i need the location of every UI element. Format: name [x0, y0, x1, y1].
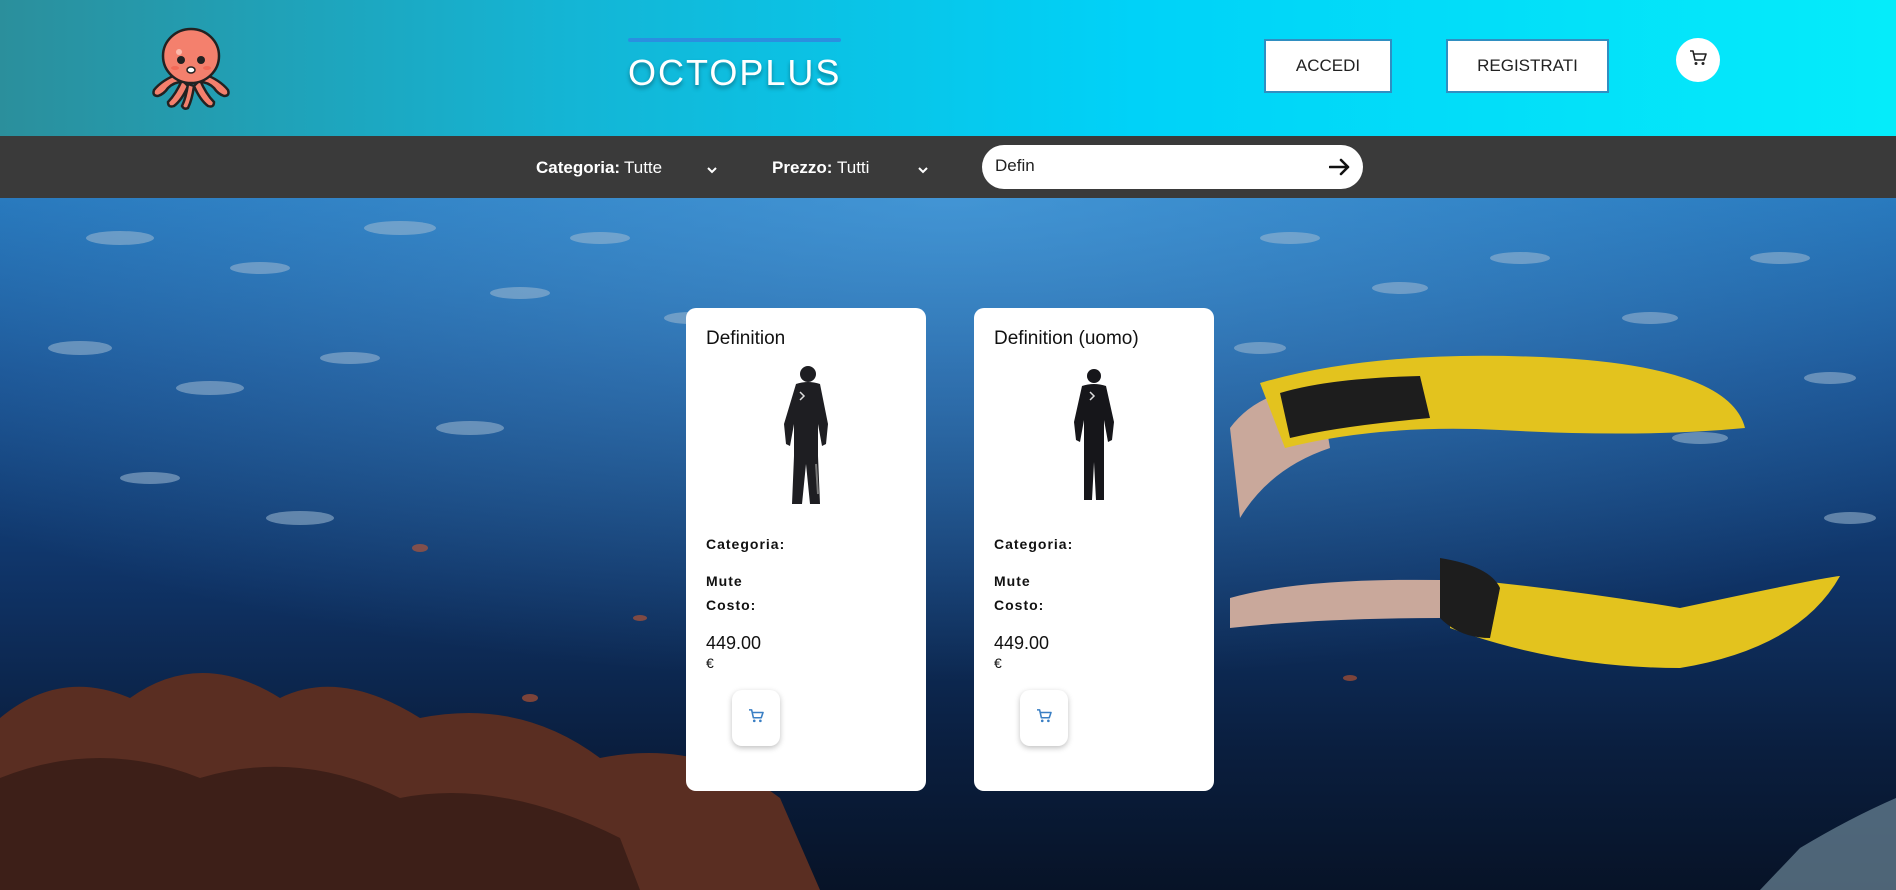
price-value: 449.00 [706, 633, 762, 653]
wetsuit-image[interactable] [756, 364, 856, 514]
chevron-down-icon [917, 160, 929, 180]
currency-symbol: € [994, 655, 1002, 671]
register-button[interactable]: REGISTRATI [1446, 39, 1609, 93]
filter-bar: Categoria: Tutte Prezzo: Tutti [0, 136, 1896, 198]
category-filter-label: Categoria: [536, 158, 621, 177]
category-value: Mute [706, 573, 743, 589]
search-box [982, 145, 1363, 189]
cart-icon [1036, 708, 1052, 728]
site-header: OCTOPLUS ACCEDI REGISTRATI [0, 0, 1896, 136]
cost-label: Costo: [994, 597, 1045, 613]
category-label: Categoria: [994, 536, 1074, 552]
cost-label: Costo: [706, 597, 757, 613]
price-select[interactable]: Tutti [837, 156, 929, 180]
underwater-background-image [0, 198, 1896, 890]
arrow-right-icon[interactable] [1328, 158, 1351, 181]
add-to-cart-button[interactable] [1020, 690, 1068, 746]
price-select-value: Tutti [837, 158, 870, 177]
add-to-cart-button[interactable] [732, 690, 780, 746]
category-select[interactable]: Tutte [624, 156, 718, 180]
category-select-value: Tutte [624, 158, 663, 177]
brand-title[interactable]: OCTOPLUS [628, 52, 848, 94]
category-value: Mute [994, 573, 1031, 589]
category-label: Categoria: [706, 536, 786, 552]
search-input[interactable] [995, 156, 1295, 176]
login-button[interactable]: ACCEDI [1264, 39, 1392, 93]
currency-symbol: € [706, 655, 714, 671]
price-value: 449.00 [994, 633, 1050, 653]
chevron-down-icon [706, 160, 718, 180]
cart-icon [1689, 49, 1707, 71]
header-cart-button[interactable] [1676, 38, 1720, 82]
cart-icon [748, 708, 764, 728]
price-filter-label: Prezzo: [772, 158, 833, 177]
product-name[interactable]: Definition [706, 328, 785, 350]
brand-underline [628, 38, 841, 42]
product-card[interactable]: Definition (uomo) Categoria: Mute Costo:… [974, 308, 1214, 791]
octopus-logo-icon[interactable] [148, 24, 234, 110]
wetsuit-image[interactable] [1044, 364, 1144, 514]
product-card[interactable]: Definition Categoria: Mute Costo: 449.00… [686, 308, 926, 791]
product-name[interactable]: Definition (uomo) [994, 328, 1139, 350]
